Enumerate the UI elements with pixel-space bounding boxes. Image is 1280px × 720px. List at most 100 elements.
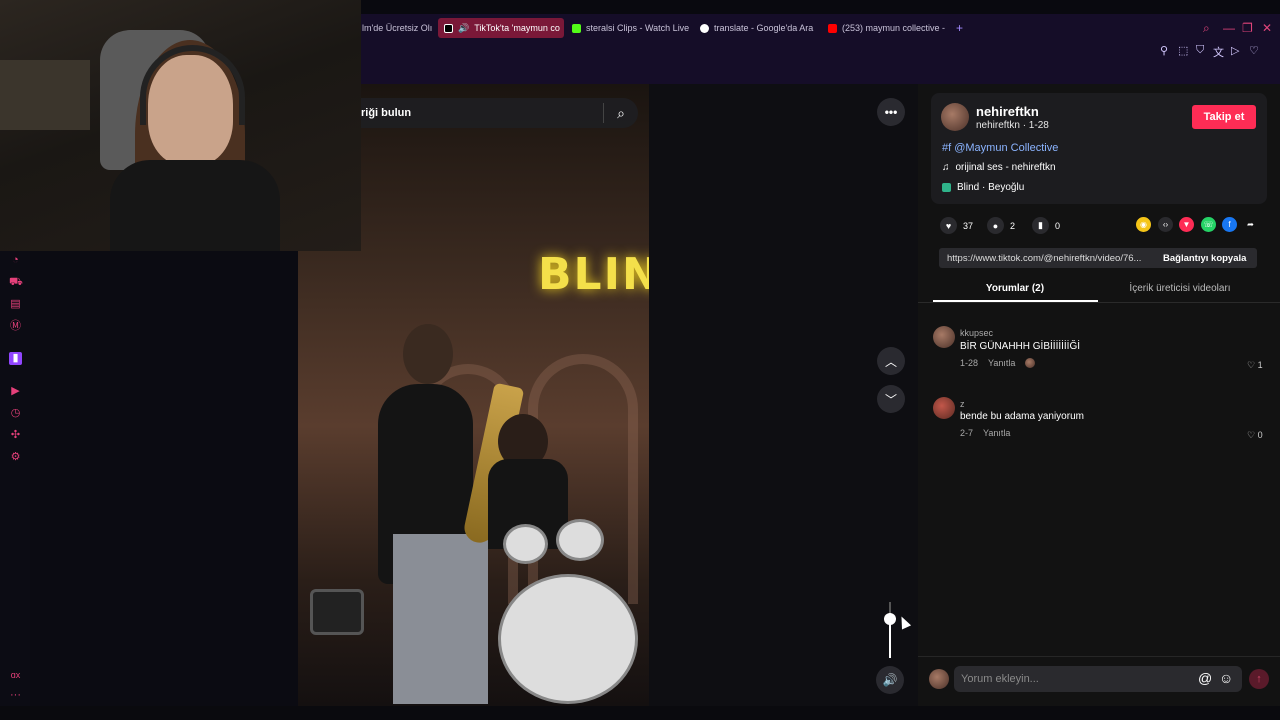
comment-placeholder: Yorum ekleyin... — [961, 673, 1039, 685]
tab-label: translate - Google'da Ara — [714, 23, 814, 33]
webcam-overlay — [0, 0, 361, 251]
follow-button[interactable]: Takip et — [1192, 105, 1256, 129]
new-tab-button[interactable]: + — [950, 18, 968, 38]
volume-button[interactable]: 🔊 — [876, 666, 904, 694]
neon-sign: BLIND — [538, 249, 649, 300]
share-icon[interactable]: ➦ — [1243, 217, 1258, 232]
location-row[interactable]: Blind · Beyoğlu — [942, 182, 1024, 193]
tab-tiktok[interactable]: 🔊 TikTok'ta 'maymun co — [438, 18, 564, 38]
hashtag-link[interactable]: #f @Maymun Collective — [942, 142, 1058, 154]
previous-video-button[interactable]: ︿ — [877, 347, 905, 375]
tab-comments[interactable]: Yorumlar (2) — [933, 283, 1097, 294]
author-name[interactable]: nehireftkn — [976, 104, 1039, 119]
search-box[interactable]: riği bulun ⌕ — [361, 98, 638, 128]
tab-youtube[interactable]: (253) maymun collective - — [822, 18, 946, 38]
tab-kick[interactable]: steralsi Clips - Watch Live — [566, 18, 690, 38]
send-to-friends-icon[interactable]: ▼ — [1179, 217, 1194, 232]
screenshot-icon[interactable]: ⬚ — [1178, 44, 1188, 57]
chevron-down-icon: ﹀ — [884, 392, 897, 407]
creator-liked-avatar — [1025, 358, 1036, 368]
send-icon[interactable]: ▷ — [1231, 44, 1239, 57]
arrow-up-icon: ↑ — [1256, 673, 1262, 685]
chevron-up-icon: ︿ — [884, 354, 897, 369]
more-icon[interactable]: ··· — [9, 689, 22, 702]
more-options-button[interactable]: ••• — [877, 98, 905, 126]
heart-outline-icon: ♡ — [1247, 360, 1256, 370]
tom-drum — [503, 524, 548, 564]
comment-count: 2 — [1010, 220, 1016, 231]
minimize-icon[interactable]: — — [1223, 21, 1235, 35]
commenter-avatar[interactable] — [933, 326, 955, 348]
comment-like[interactable]: ♡ 0 — [1247, 430, 1263, 441]
twitch-icon[interactable]: ▮ — [9, 352, 22, 365]
copy-link-button[interactable]: Bağlantıyı kopyala — [1151, 253, 1246, 264]
kick-icon — [572, 23, 581, 33]
like-stat[interactable]: ♥ 37 — [940, 217, 973, 234]
tab-creator-videos[interactable]: İçerik üreticisi videoları — [1098, 283, 1262, 294]
speed-icon[interactable]: ◔ — [9, 254, 22, 267]
emoji-icon[interactable]: ☺ — [1219, 670, 1233, 686]
comment-username[interactable]: z — [960, 399, 965, 409]
save-count: 0 — [1055, 220, 1061, 231]
translate-icon[interactable]: 文 — [1213, 44, 1224, 60]
coin-icon[interactable]: ◉ — [1136, 217, 1151, 232]
gear-icon[interactable]: ⚙ — [9, 451, 22, 464]
m-icon[interactable]: Ⓜ — [9, 320, 22, 333]
mention-icon[interactable]: @ — [1198, 670, 1212, 686]
pin-icon[interactable]: ⚲ — [1160, 44, 1168, 57]
history-icon[interactable]: ◷ — [9, 407, 22, 420]
bookmark-icon: ▮ — [1032, 217, 1049, 234]
sidebar-bottom-label: ɑx — [10, 670, 21, 680]
comment-username[interactable]: kkupsec — [960, 328, 993, 338]
tab-label: steralsi Clips - Watch Live — [586, 23, 690, 33]
video-url[interactable]: https://www.tiktok.com/@nehireftkn/video… — [939, 253, 1151, 264]
comment-input[interactable]: Yorum ekleyin... @ ☺ — [954, 666, 1242, 692]
tab-google[interactable]: translate - Google'da Ara — [694, 18, 818, 38]
maximize-icon[interactable]: ❐ — [1242, 21, 1253, 35]
speaker-icon: 🔊 — [458, 22, 470, 33]
user-avatar[interactable] — [929, 669, 949, 689]
whatsapp-icon[interactable]: ☏ — [1201, 217, 1216, 232]
music-note-icon: ♫ — [942, 162, 950, 173]
save-stat[interactable]: ▮ 0 — [1032, 217, 1060, 234]
volume-slider[interactable] — [884, 602, 896, 658]
music-row[interactable]: ♫ orijinal ses - nehireftkn — [942, 162, 1056, 173]
shield-icon[interactable]: ⛉ — [1196, 44, 1204, 57]
reply-button[interactable]: Yanıtla — [983, 428, 1010, 438]
like-count: 37 — [963, 220, 974, 231]
next-video-button[interactable]: ﹀ — [877, 385, 905, 413]
close-icon[interactable]: ✕ — [1262, 21, 1272, 35]
comment-text: bende bu adama yaniyorum — [960, 411, 1084, 422]
saxophonist-legs — [393, 534, 488, 704]
volume-knob[interactable] — [884, 612, 896, 625]
bass-drum — [498, 574, 638, 704]
puzzle-icon[interactable]: ✣ — [9, 429, 22, 442]
comment-like-count: 1 — [1257, 360, 1263, 370]
play-icon[interactable]: ▶ — [9, 385, 22, 398]
search-input[interactable]: riği bulun — [361, 107, 603, 119]
commenter-avatar[interactable] — [933, 397, 955, 419]
heart-icon[interactable]: ♡ — [1249, 44, 1259, 57]
bottom-strip — [0, 706, 1280, 720]
chat-icon[interactable]: ▤ — [9, 298, 22, 311]
facebook-icon[interactable]: f — [1222, 217, 1237, 232]
comment-date: 2-7 — [960, 428, 974, 438]
send-comment-button[interactable]: ↑ — [1249, 669, 1269, 689]
heart-icon: ♥ — [940, 217, 957, 234]
heart-outline-icon: ♡ — [1247, 430, 1256, 440]
author-avatar[interactable] — [941, 103, 969, 131]
comment-stat[interactable]: ● 2 — [987, 217, 1015, 234]
comment-meta: 2-7 Yanıtla — [960, 428, 1010, 438]
comment-date: 1-28 — [960, 358, 979, 368]
embed-icon[interactable]: ‹› — [1158, 217, 1173, 232]
car-icon[interactable]: ⛟ — [9, 276, 23, 289]
comment-like[interactable]: ♡ 1 — [1247, 360, 1263, 371]
search-icon[interactable]: ⌕ — [1203, 21, 1210, 36]
video-link-box: https://www.tiktok.com/@nehireftkn/video… — [939, 248, 1257, 268]
reply-button[interactable]: Yanıtla — [988, 358, 1015, 368]
music-label: orijinal ses - nehireftkn — [955, 162, 1056, 173]
tab-prime[interactable]: lm'de Ücretsiz Olı — [356, 18, 436, 38]
comment-meta: 1-28 Yanıtla — [960, 358, 1036, 368]
search-icon[interactable]: ⌕ — [604, 105, 638, 122]
tom-drum — [556, 519, 604, 561]
